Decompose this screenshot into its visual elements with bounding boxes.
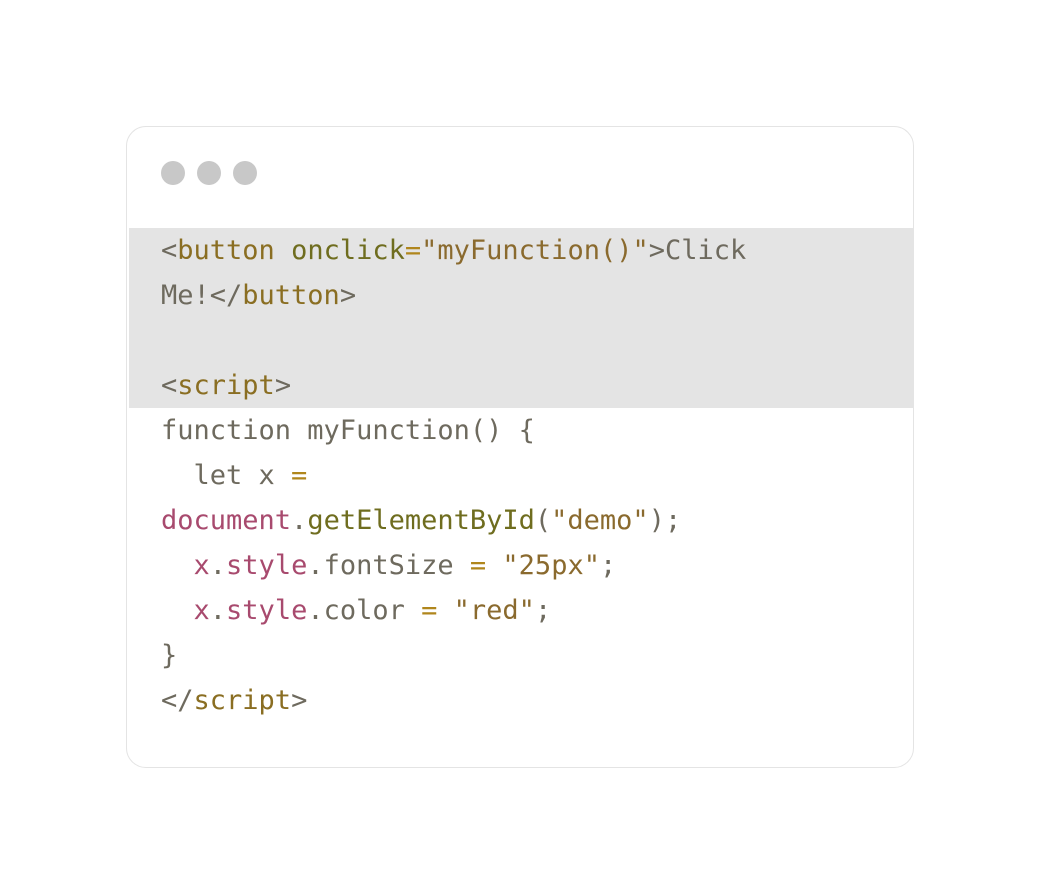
code-token: getElementById — [307, 505, 535, 536]
code-line: function myFunction() { — [161, 408, 746, 453]
code-token: ); — [648, 505, 682, 536]
window-controls — [161, 161, 257, 185]
code-token: > — [291, 685, 308, 716]
code-line: document.getElementById("demo"); — [161, 498, 746, 543]
code-token: > — [274, 370, 292, 401]
window-dot-icon — [161, 161, 185, 185]
code-token: document — [161, 505, 292, 536]
code-token: .color — [307, 595, 422, 626]
code-token: script — [193, 685, 292, 716]
code-token: button — [177, 235, 275, 266]
code-block: <button onclick="myFunction()">Click Me!<… — [161, 228, 746, 723]
code-line: x.style.fontSize = "25px"; — [161, 543, 746, 588]
code-token: x — [193, 595, 210, 626]
code-token: .fontSize — [307, 550, 470, 581]
code-line: Me!</button> — [161, 273, 746, 318]
code-token: = — [291, 460, 308, 491]
code-token: button — [242, 280, 340, 311]
code-token: >Click — [648, 235, 747, 266]
code-token: = — [469, 550, 487, 581]
code-token: x — [193, 550, 210, 581]
code-line: </script> — [161, 678, 746, 723]
code-token: style — [226, 595, 308, 626]
code-token: </ — [161, 685, 194, 716]
code-token: "25px" — [502, 550, 600, 581]
code-line: <button onclick="myFunction()">Click — [161, 228, 746, 273]
code-token: < — [161, 370, 178, 401]
code-token: . — [209, 550, 227, 581]
code-token: ; — [534, 595, 552, 626]
code-line: <script> — [161, 363, 746, 408]
code-token: function myFunction() { — [161, 415, 535, 446]
code-token: } — [161, 640, 178, 671]
code-token: ; — [599, 550, 617, 581]
code-line: x.style.color = "red"; — [161, 588, 746, 633]
code-token: . — [209, 595, 227, 626]
code-token: script — [177, 370, 275, 401]
code-token: Me!</ — [161, 280, 243, 311]
code-line: } — [161, 633, 746, 678]
window-dot-icon — [233, 161, 257, 185]
code-token: . — [291, 505, 308, 536]
code-token: let x — [161, 460, 292, 491]
code-token: = — [404, 235, 422, 266]
code-token: < — [161, 235, 178, 266]
code-token: onclick — [291, 235, 405, 266]
code-token: "myFunction()" — [421, 235, 649, 266]
code-window: <button onclick="myFunction()">Click Me!<… — [126, 126, 914, 768]
code-token: "red" — [453, 595, 535, 626]
code-token: > — [339, 280, 357, 311]
code-token: style — [226, 550, 308, 581]
code-token: "demo" — [551, 505, 649, 536]
window-dot-icon — [197, 161, 221, 185]
code-line: let x = — [161, 453, 746, 498]
code-token: ( — [534, 505, 552, 536]
code-token: = — [421, 595, 438, 626]
